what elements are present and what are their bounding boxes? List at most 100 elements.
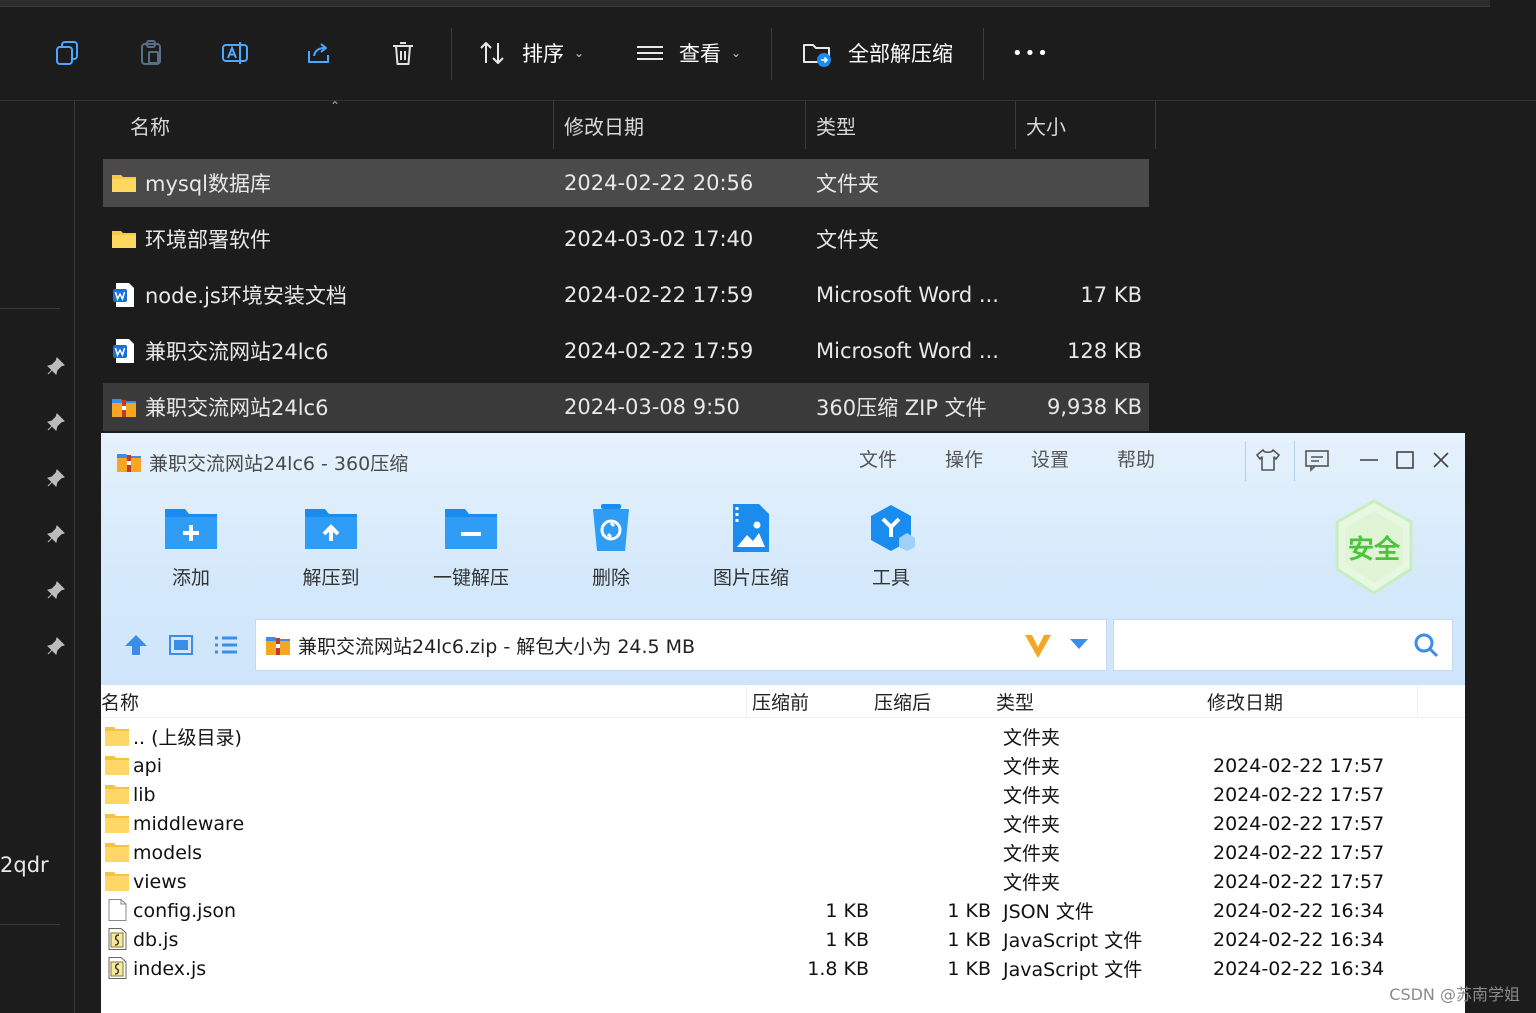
folder-icon [105, 727, 129, 746]
view-label: 查看 [679, 42, 721, 66]
tools-button[interactable]: 工具 [841, 503, 941, 590]
extract-to-button[interactable]: 解压到 [281, 503, 381, 590]
paste-icon[interactable] [134, 36, 168, 70]
column-header-type[interactable]: 类型 [996, 685, 1034, 717]
pin-icon[interactable] [46, 524, 66, 544]
column-divider[interactable] [746, 685, 747, 717]
archive-row[interactable]: lib 文件夹 2024-02-22 17:57 [101, 780, 1465, 809]
column-header-modified[interactable]: 修改日期 [1207, 685, 1283, 717]
folder-icon [105, 756, 129, 775]
file-row[interactable]: 环境部署软件 2024-03-02 17:40 文件夹 [103, 215, 1149, 263]
extract-all-button[interactable]: 全部解压缩 [802, 30, 953, 76]
delete-button[interactable]: 删除 [561, 503, 661, 590]
menu-file[interactable]: 文件 [859, 445, 897, 472]
file-name: node.js环境安装文档 [145, 284, 347, 308]
file-row[interactable]: node.js环境安装文档 2024-02-22 17:59 Microsoft… [103, 271, 1149, 319]
entry-type: 文件夹 [1003, 727, 1061, 749]
share-icon[interactable] [302, 36, 336, 70]
entry-modified: 2024-02-22 17:57 [1213, 870, 1385, 893]
more-options-button[interactable]: ••• [1012, 30, 1050, 76]
column-divider[interactable] [553, 101, 554, 149]
search-input[interactable] [1113, 619, 1453, 671]
image-compress-button[interactable]: 图片压缩 [701, 503, 801, 590]
view-button[interactable]: 查看 ⌄ [635, 30, 741, 76]
search-icon[interactable] [1412, 631, 1440, 659]
delete-icon[interactable] [386, 36, 420, 70]
column-header-after[interactable]: 压缩后 [874, 685, 931, 717]
toolbar-separator [451, 28, 452, 80]
list-view-icon[interactable] [213, 634, 239, 656]
dropdown-arrow-icon[interactable] [1068, 637, 1090, 651]
archive-row[interactable]: models 文件夹 2024-02-22 17:57 [101, 838, 1465, 867]
entry-modified: 2024-02-22 17:57 [1213, 783, 1385, 806]
json-file-icon [108, 899, 127, 921]
security-badge[interactable]: 安全 [1331, 497, 1417, 597]
zip-archive-icon [266, 637, 290, 655]
pin-icon[interactable] [46, 636, 66, 656]
archive-row[interactable]: api 文件夹 2024-02-22 17:57 [101, 751, 1465, 780]
archive-row[interactable]: .. (上级目录) 文件夹 [101, 722, 1465, 751]
column-header-type[interactable]: 类型 [816, 101, 856, 149]
chevron-down-icon: ⌄ [731, 46, 742, 60]
window-title: 兼职交流网站24lc6 - 360压缩 [149, 453, 409, 475]
feedback-icon[interactable] [1302, 445, 1332, 475]
entry-size-before [752, 809, 869, 838]
menu-operation[interactable]: 操作 [945, 445, 983, 472]
close-icon[interactable] [1426, 445, 1456, 475]
skin-shirt-icon[interactable] [1253, 445, 1283, 475]
column-divider[interactable] [1015, 101, 1016, 149]
archive-row[interactable]: middleware 文件夹 2024-02-22 17:57 [101, 809, 1465, 838]
thumbnail-view-icon[interactable] [169, 634, 193, 656]
add-folder-icon [165, 509, 217, 549]
file-name: 兼职交流网站24lc6 [145, 396, 329, 420]
rename-icon[interactable] [218, 36, 252, 70]
entry-name: .. (上级目录) [133, 727, 242, 749]
explorer-command-bar: 排序 ⌄ 查看 ⌄ 全部解压缩 ••• [0, 0, 1536, 101]
file-modified: 2024-03-08 9:50 [564, 395, 740, 419]
column-divider[interactable] [1417, 685, 1418, 717]
column-header-name[interactable]: 名称 [101, 685, 139, 717]
up-arrow-icon[interactable] [123, 633, 149, 657]
file-row[interactable]: mysql数据库 2024-02-22 20:56 文件夹 [103, 159, 1149, 207]
pin-icon[interactable] [46, 356, 66, 376]
file-row[interactable]: 兼职交流网站24lc6 2024-02-22 17:59 Microsoft W… [103, 327, 1149, 375]
archive-row[interactable]: views 文件夹 2024-02-22 17:57 [101, 867, 1465, 896]
add-button[interactable]: 添加 [141, 503, 241, 590]
sort-button[interactable]: 排序 ⌄ [478, 30, 584, 76]
entry-name: models [133, 841, 203, 864]
entry-size-after [874, 838, 991, 867]
file-row[interactable]: 兼职交流网站24lc6 2024-03-08 9:50 360压缩 ZIP 文件… [103, 383, 1149, 431]
folder-icon [105, 872, 129, 891]
archive-row[interactable]: index.js 1.8 KB 1 KB JavaScript 文件 2024-… [101, 954, 1465, 983]
archive-row[interactable]: config.json 1 KB 1 KB JSON 文件 2024-02-22… [101, 896, 1465, 925]
entry-name: lib [133, 783, 156, 806]
entry-size-after [874, 722, 991, 751]
one-click-extract-button[interactable]: 一键解压 [421, 503, 521, 590]
column-header-before[interactable]: 压缩前 [752, 685, 809, 717]
column-divider[interactable] [1155, 101, 1156, 149]
pin-icon[interactable] [46, 580, 66, 600]
column-header-modified[interactable]: 修改日期 [564, 101, 644, 149]
entry-size-before [752, 867, 869, 896]
sidebar-item-label[interactable]: 2qdr [0, 853, 49, 877]
menu-help[interactable]: 帮助 [1117, 445, 1155, 472]
pin-icon[interactable] [46, 468, 66, 488]
entry-name: middleware [133, 812, 245, 835]
file-type: 文件夹 [816, 228, 879, 252]
column-header-size[interactable]: 大小 [1026, 101, 1066, 149]
column-divider[interactable] [805, 101, 806, 149]
folder-icon [105, 814, 129, 833]
copy-icon[interactable] [50, 36, 84, 70]
pin-icon[interactable] [46, 412, 66, 432]
v-logo-icon[interactable] [1022, 630, 1054, 660]
sort-label: 排序 [522, 42, 564, 66]
maximize-icon[interactable] [1390, 445, 1420, 475]
menu-settings[interactable]: 设置 [1031, 445, 1069, 472]
archive-row[interactable]: db.js 1 KB 1 KB JavaScript 文件 2024-02-22… [101, 925, 1465, 954]
minimize-icon[interactable] [1354, 445, 1384, 475]
add-label: 添加 [171, 567, 210, 589]
address-bar[interactable]: 兼职交流网站24lc6.zip - 解包大小为 24.5 MB [255, 619, 1107, 671]
file-modified: 2024-02-22 17:59 [564, 283, 754, 307]
column-header-name[interactable]: 名称 [130, 101, 170, 149]
file-modified: 2024-03-02 17:40 [564, 227, 754, 251]
